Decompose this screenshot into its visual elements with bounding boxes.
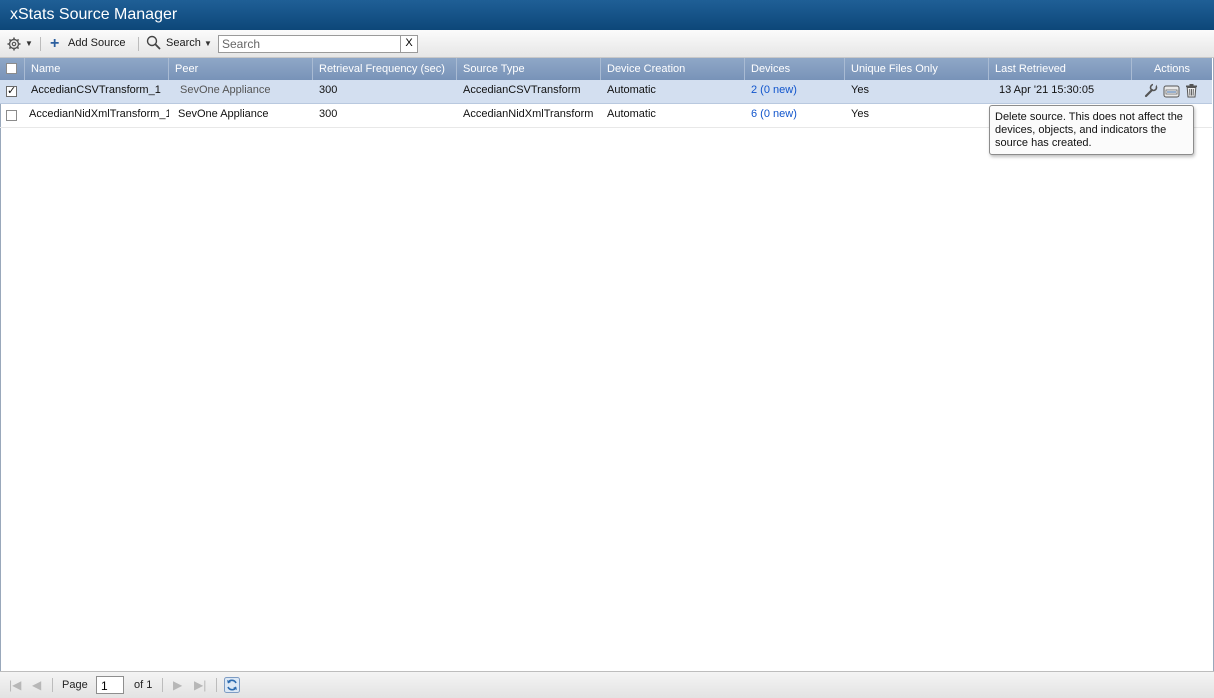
search-menu-button[interactable]: Search ▼: [146, 30, 214, 57]
row-frequency: 300: [313, 104, 457, 127]
prev-page-icon[interactable]: ◀: [32, 678, 41, 692]
row-unique-files: Yes: [845, 80, 989, 103]
page-count-label: of 1: [134, 672, 152, 698]
row-peer: SevOne Appliance: [172, 104, 313, 127]
first-page-icon[interactable]: |◀: [9, 678, 21, 692]
toolbar: ▼ + Add Source Search ▼ X: [0, 30, 1214, 58]
delete-tooltip: Delete source. This does not affect the …: [989, 105, 1194, 155]
column-header-devices[interactable]: Devices: [745, 58, 845, 80]
gear-icon: [7, 37, 21, 51]
row-checkbox[interactable]: [6, 110, 17, 121]
row-name: AccedianNidXmlTransform_1: [23, 104, 169, 127]
toolbar-divider: [40, 37, 41, 51]
trash-icon[interactable]: [1184, 83, 1199, 98]
grid-header: Name Peer Retrieval Frequency (sec) Sour…: [0, 58, 1212, 80]
search-clear-button[interactable]: X: [400, 35, 418, 53]
search-menu-label: Search: [166, 30, 201, 57]
export-icon[interactable]: [1163, 83, 1180, 98]
row-unique-files: Yes: [845, 104, 989, 127]
pager-divider: [52, 678, 53, 692]
search-input[interactable]: [218, 35, 408, 53]
row-name: AccedianCSVTransform_1: [25, 80, 169, 103]
column-header-source-type[interactable]: Source Type: [457, 58, 601, 80]
select-all-header: [0, 58, 25, 80]
plus-icon: +: [50, 30, 59, 57]
row-device-creation: Automatic: [601, 104, 745, 127]
pagination-bar: |◀ ◀ Page 1 of 1 ▶ ▶|: [0, 671, 1214, 698]
column-header-device-creation[interactable]: Device Creation: [601, 58, 745, 80]
column-header-unique-files[interactable]: Unique Files Only: [845, 58, 989, 80]
pager-divider: [162, 678, 163, 692]
toolbar-divider: [138, 37, 139, 51]
row-source-type: AccedianNidXmlTransform: [457, 104, 601, 127]
add-source-button[interactable]: + Add Source: [50, 30, 130, 57]
column-header-name[interactable]: Name: [25, 58, 169, 80]
column-header-retrieval-frequency[interactable]: Retrieval Frequency (sec): [313, 58, 457, 80]
page-number-input[interactable]: 1: [96, 676, 124, 694]
title-bar: xStats Source Manager: [0, 0, 1214, 30]
column-header-last-retrieved[interactable]: Last Retrieved: [989, 58, 1132, 80]
window-title: xStats Source Manager: [10, 0, 177, 30]
column-header-actions: Actions: [1132, 58, 1212, 80]
row-device-creation: Automatic: [601, 80, 745, 103]
refresh-icon[interactable]: [224, 677, 240, 693]
wrench-icon[interactable]: [1143, 83, 1158, 98]
chevron-down-icon: ▼: [25, 30, 33, 57]
row-source-type: AccedianCSVTransform: [457, 80, 601, 103]
magnifier-icon: [146, 35, 161, 50]
row-devices-link[interactable]: 6 (0 new): [745, 104, 845, 127]
next-page-icon[interactable]: ▶: [173, 678, 182, 692]
row-last-retrieved: 13 Apr '21 15:30:05: [993, 80, 1132, 103]
row-devices-link[interactable]: 2 (0 new): [745, 80, 845, 103]
row-checkbox[interactable]: [6, 86, 17, 97]
add-source-label: Add Source: [68, 30, 125, 57]
table-row[interactable]: AccedianCSVTransform_1 SevOne Appliance …: [0, 80, 1212, 104]
page-label: Page: [62, 672, 88, 698]
row-peer: SevOne Appliance: [174, 80, 313, 103]
row-frequency: 300: [313, 80, 457, 103]
last-page-icon[interactable]: ▶|: [194, 678, 206, 692]
select-all-checkbox[interactable]: [6, 63, 17, 74]
pager-divider: [216, 678, 217, 692]
column-header-peer[interactable]: Peer: [169, 58, 313, 80]
chevron-down-icon: ▼: [204, 30, 212, 57]
